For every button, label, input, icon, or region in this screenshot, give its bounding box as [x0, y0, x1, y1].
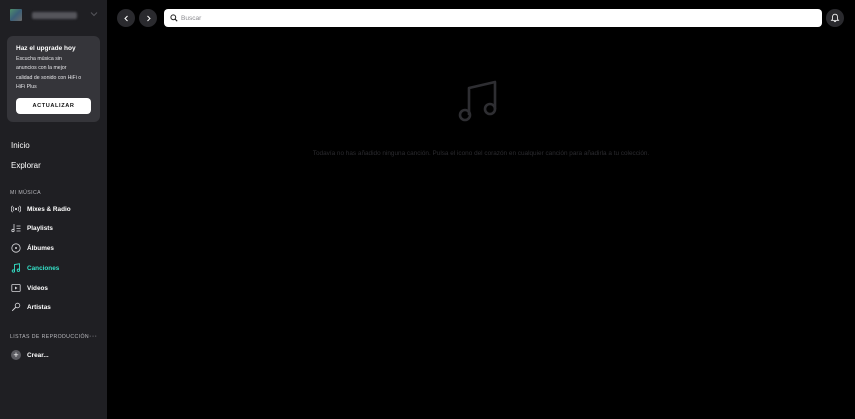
empty-state-message: Todavía no has añadido ninguna canción. …: [312, 150, 650, 157]
sidebar-item-label: Artistas: [27, 303, 51, 311]
create-playlist-button[interactable]: + Crear...: [11, 349, 49, 361]
upgrade-card: Haz el upgrade hoy Escucha música sin an…: [7, 36, 100, 122]
search-icon: [170, 14, 178, 22]
chevron-left-icon: [123, 15, 128, 21]
playlist-icon: [11, 223, 21, 233]
upgrade-description: Escucha música sin anuncios con la mejor…: [16, 55, 96, 92]
upgrade-description-line: Escucha música sin: [16, 56, 62, 62]
sidebar-item-albums[interactable]: Álbumes: [11, 242, 101, 254]
sidebar-item-songs[interactable]: Canciones: [11, 262, 101, 274]
sidebar-item-videos[interactable]: Vídeos: [11, 282, 101, 294]
more-options-icon[interactable]: ···: [89, 333, 98, 340]
profile-switcher[interactable]: [10, 9, 100, 25]
upgrade-button[interactable]: ACTUALIZAR: [16, 98, 91, 114]
create-playlist-label: Crear...: [27, 351, 49, 359]
sidebar-item-mixes-radio[interactable]: Mixes & Radio: [11, 203, 101, 215]
nav-item-home[interactable]: Inicio: [11, 141, 30, 150]
avatar: [10, 9, 22, 21]
upgrade-description-line: calidad de sonido con HiFi o: [16, 74, 82, 81]
sidebar-item-playlists[interactable]: Playlists: [11, 222, 101, 234]
plus-icon: +: [11, 350, 21, 360]
my-music-section-label: MI MÚSICA: [10, 190, 41, 196]
bell-icon: [830, 13, 840, 23]
sidebar-item-label: Vídeos: [27, 284, 48, 292]
search-bar[interactable]: [164, 9, 822, 27]
back-button[interactable]: [117, 9, 135, 27]
playlists-section-label: LISTAS DE REPRODUCCIÓN: [10, 334, 90, 340]
sidebar-item-label: Canciones: [27, 264, 60, 272]
username-redacted: [32, 12, 77, 19]
microphone-icon: [11, 302, 21, 312]
radio-icon: [11, 204, 21, 214]
video-icon: [11, 283, 21, 293]
sidebar-item-artists[interactable]: Artistas: [11, 301, 101, 313]
forward-button[interactable]: [139, 9, 157, 27]
search-input[interactable]: [181, 11, 811, 25]
music-note-icon: [11, 263, 21, 273]
album-icon: [11, 243, 21, 253]
chevron-down-icon: [90, 12, 98, 17]
upgrade-title: Haz el upgrade hoy: [16, 45, 76, 52]
chevron-right-icon: [146, 15, 151, 21]
sidebar-item-label: Playlists: [27, 224, 53, 232]
sidebar-item-label: Mixes & Radio: [27, 205, 71, 213]
music-note-icon: [458, 80, 497, 122]
upgrade-description-line: HiFi Plus: [16, 83, 37, 90]
nav-item-explore[interactable]: Explorar: [11, 161, 41, 170]
sidebar-item-label: Álbumes: [27, 244, 54, 252]
upgrade-description-line: anuncios con la mejor: [16, 65, 67, 72]
notifications-button[interactable]: [826, 9, 844, 27]
sidebar: Haz el upgrade hoy Escucha música sin an…: [0, 0, 107, 419]
